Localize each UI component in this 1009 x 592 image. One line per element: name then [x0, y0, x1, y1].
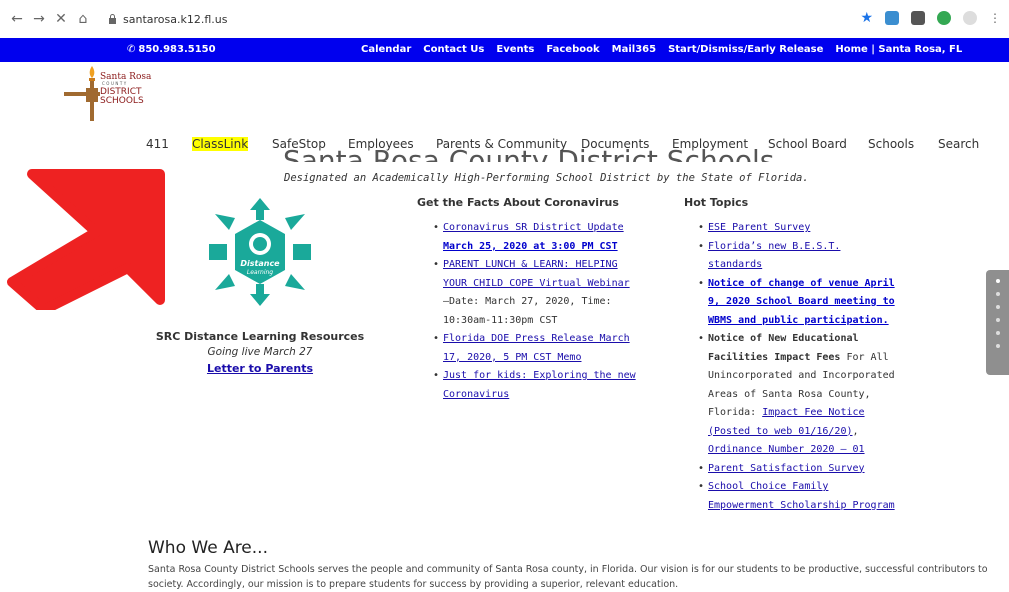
utility-bar: ✆ 850.983.5150 Calendar Contact Us Event…: [0, 38, 1009, 62]
hot-link-best-standards[interactable]: Florida’s new B.E.S.T. standards: [708, 241, 840, 271]
facts-heading: Get the Facts About Coronavirus: [417, 196, 619, 209]
home-icon[interactable]: ⌂: [72, 11, 94, 27]
address-bar[interactable]: santarosa.k12.fl.us: [108, 13, 227, 26]
facts-link-4[interactable]: Just for kids: Exploring the new Coronav…: [443, 370, 636, 400]
browser-toolbar: ← → ✕ ⌂ santarosa.k12.fl.us ★ ⋮: [0, 0, 1009, 38]
phone-number[interactable]: ✆ 850.983.5150: [127, 44, 216, 55]
icon-label-distance: Distance: [240, 259, 280, 268]
facts-link-1-date[interactable]: March 25, 2020 at 3:00 PM CST: [443, 241, 618, 252]
hot-link-ese-survey[interactable]: ESE Parent Survey: [708, 222, 810, 233]
link-start-dismiss[interactable]: Start/Dismiss/Early Release: [668, 44, 823, 55]
list-item: Notice of New Educational Facilities Imp…: [698, 330, 898, 460]
impact-fees-title: Notice of New Educational Facilities Imp…: [708, 333, 859, 363]
link-home[interactable]: Home | Santa Rosa, FL: [835, 44, 962, 55]
facts-link-1[interactable]: Coronavirus SR District Update: [443, 222, 624, 233]
link-events[interactable]: Events: [496, 44, 534, 55]
dot-nav-item[interactable]: [995, 318, 1000, 322]
nav-classlink[interactable]: ClassLink: [192, 137, 249, 151]
distance-learning-subtitle: Going live March 27: [207, 346, 313, 358]
list-item: PARENT LUNCH & LEARN: HELPING YOUR CHILD…: [433, 256, 643, 330]
who-we-are-heading: Who We Are...: [148, 538, 268, 558]
link-calendar[interactable]: Calendar: [361, 44, 411, 55]
stop-icon[interactable]: ✕: [50, 11, 72, 27]
list-item: Coronavirus SR District Update March 25, …: [433, 219, 643, 256]
qr-extension-icon[interactable]: [911, 11, 925, 25]
lock-icon: [109, 14, 116, 24]
separator: ,: [852, 425, 859, 437]
letter-to-parents-link[interactable]: Letter to Parents: [150, 362, 370, 375]
list-item: Florida DOE Press Release March 17, 2020…: [433, 330, 643, 367]
green-extension-icon[interactable]: [937, 11, 951, 25]
phone-text: 850.983.5150: [138, 44, 216, 55]
nav-school-board[interactable]: School Board: [768, 137, 847, 151]
dot-nav-item[interactable]: [995, 331, 1000, 335]
facts-list: Coronavirus SR District Update March 25, …: [433, 219, 643, 404]
logo-line4: SCHOOLS: [100, 96, 144, 106]
nav-documents[interactable]: Documents: [581, 137, 649, 151]
nav-schools[interactable]: Schools: [868, 137, 914, 151]
list-item: School Choice Family Empowerment Scholar…: [698, 478, 898, 515]
icon-label-learning: Learning: [247, 269, 273, 276]
district-logo[interactable]: Santa Rosa COUNTY DISTRICT SCHOOLS: [62, 62, 162, 132]
bookmark-star-icon[interactable]: ★: [860, 10, 873, 26]
link-mail365[interactable]: Mail365: [612, 44, 656, 55]
dot-nav-item[interactable]: [995, 279, 1000, 283]
red-arrow-annotation: [7, 169, 165, 310]
nav-parents-community[interactable]: Parents & Community: [436, 137, 567, 151]
dot-nav-item[interactable]: [995, 305, 1000, 309]
dot-nav-item[interactable]: [995, 344, 1000, 348]
section-dot-nav[interactable]: [986, 270, 1009, 375]
hot-link-satisfaction-survey[interactable]: Parent Satisfaction Survey: [708, 463, 865, 474]
hot-link-venue-notice[interactable]: Notice of change of venue April 9, 2020 …: [708, 278, 895, 326]
hot-topics-heading: Hot Topics: [684, 196, 749, 209]
list-item: Just for kids: Exploring the new Coronav…: [433, 367, 643, 404]
facts-link-3[interactable]: Florida DOE Press Release March 17, 2020…: [443, 333, 630, 363]
torch-flame-icon: [89, 66, 95, 78]
extension-icon[interactable]: [885, 11, 899, 25]
link-facebook[interactable]: Facebook: [546, 44, 599, 55]
list-item: Florida’s new B.E.S.T. standards: [698, 238, 898, 275]
distance-learning-title: SRC Distance Learning Resources: [155, 330, 365, 343]
url-text: santarosa.k12.fl.us: [123, 12, 228, 26]
nav-search[interactable]: Search: [938, 137, 979, 151]
who-we-are-text: Santa Rosa County District Schools serve…: [148, 564, 988, 590]
facts-link-2[interactable]: PARENT LUNCH & LEARN: HELPING YOUR CHILD…: [443, 259, 630, 289]
main-nav: 411 ClassLink SafeStop Employees Parents…: [0, 133, 1009, 155]
logo-line2: COUNTY: [102, 81, 128, 86]
nav-411[interactable]: 411: [146, 137, 169, 151]
hot-topics-list: ESE Parent Survey Florida’s new B.E.S.T.…: [698, 219, 898, 515]
tagline: Designated an Academically High-Performi…: [284, 172, 809, 184]
ordinance-link[interactable]: Ordinance Number 2020 – 01: [708, 444, 865, 455]
link-contact-us[interactable]: Contact Us: [423, 44, 484, 55]
distance-learning-icon[interactable]: Distance Learning: [205, 196, 315, 308]
back-icon[interactable]: ←: [6, 11, 28, 27]
facts-item-2-details: –Date: March 27, 2020, Time: 10:30am-11:…: [443, 296, 612, 326]
list-item: Notice of change of venue April 9, 2020 …: [698, 275, 898, 331]
nav-employees[interactable]: Employees: [348, 137, 414, 151]
list-item: Parent Satisfaction Survey: [698, 460, 898, 479]
hot-link-school-choice[interactable]: School Choice Family Empowerment Scholar…: [708, 481, 895, 511]
menu-kebab-icon[interactable]: ⋮: [989, 11, 1001, 25]
forward-icon[interactable]: →: [28, 11, 50, 27]
list-item: ESE Parent Survey: [698, 219, 898, 238]
phone-icon: ✆: [127, 44, 136, 55]
utility-links: Calendar Contact Us Events Facebook Mail…: [361, 44, 962, 55]
nav-safestop[interactable]: SafeStop: [272, 137, 326, 151]
profile-avatar-icon[interactable]: [963, 11, 977, 25]
nav-employment[interactable]: Employment: [672, 137, 748, 151]
dot-nav-item[interactable]: [995, 292, 1000, 296]
